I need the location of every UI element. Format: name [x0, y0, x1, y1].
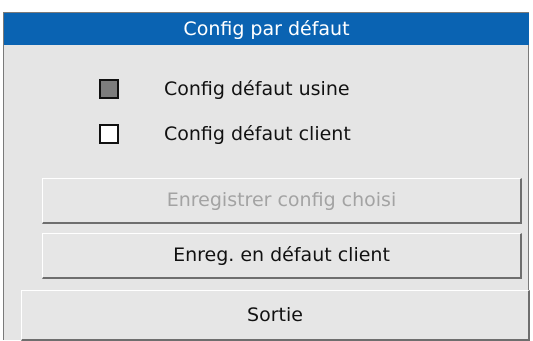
- exit-button[interactable]: Sortie: [21, 290, 530, 341]
- dialog-title: Config par défaut: [4, 13, 529, 45]
- client-default-option[interactable]: Config défaut client: [99, 120, 351, 148]
- factory-default-label: Config défaut usine: [164, 78, 350, 100]
- save-as-client-default-button[interactable]: Enreg. en défaut client: [42, 233, 522, 279]
- client-default-label: Config défaut client: [164, 123, 351, 145]
- default-config-dialog: Config par défaut Config défaut usine Co…: [3, 12, 530, 341]
- factory-default-option[interactable]: Config défaut usine: [99, 75, 350, 103]
- save-selected-config-button[interactable]: Enregistrer config choisi: [42, 178, 522, 224]
- client-default-checkbox[interactable]: [99, 124, 119, 144]
- factory-default-checkbox[interactable]: [99, 79, 119, 99]
